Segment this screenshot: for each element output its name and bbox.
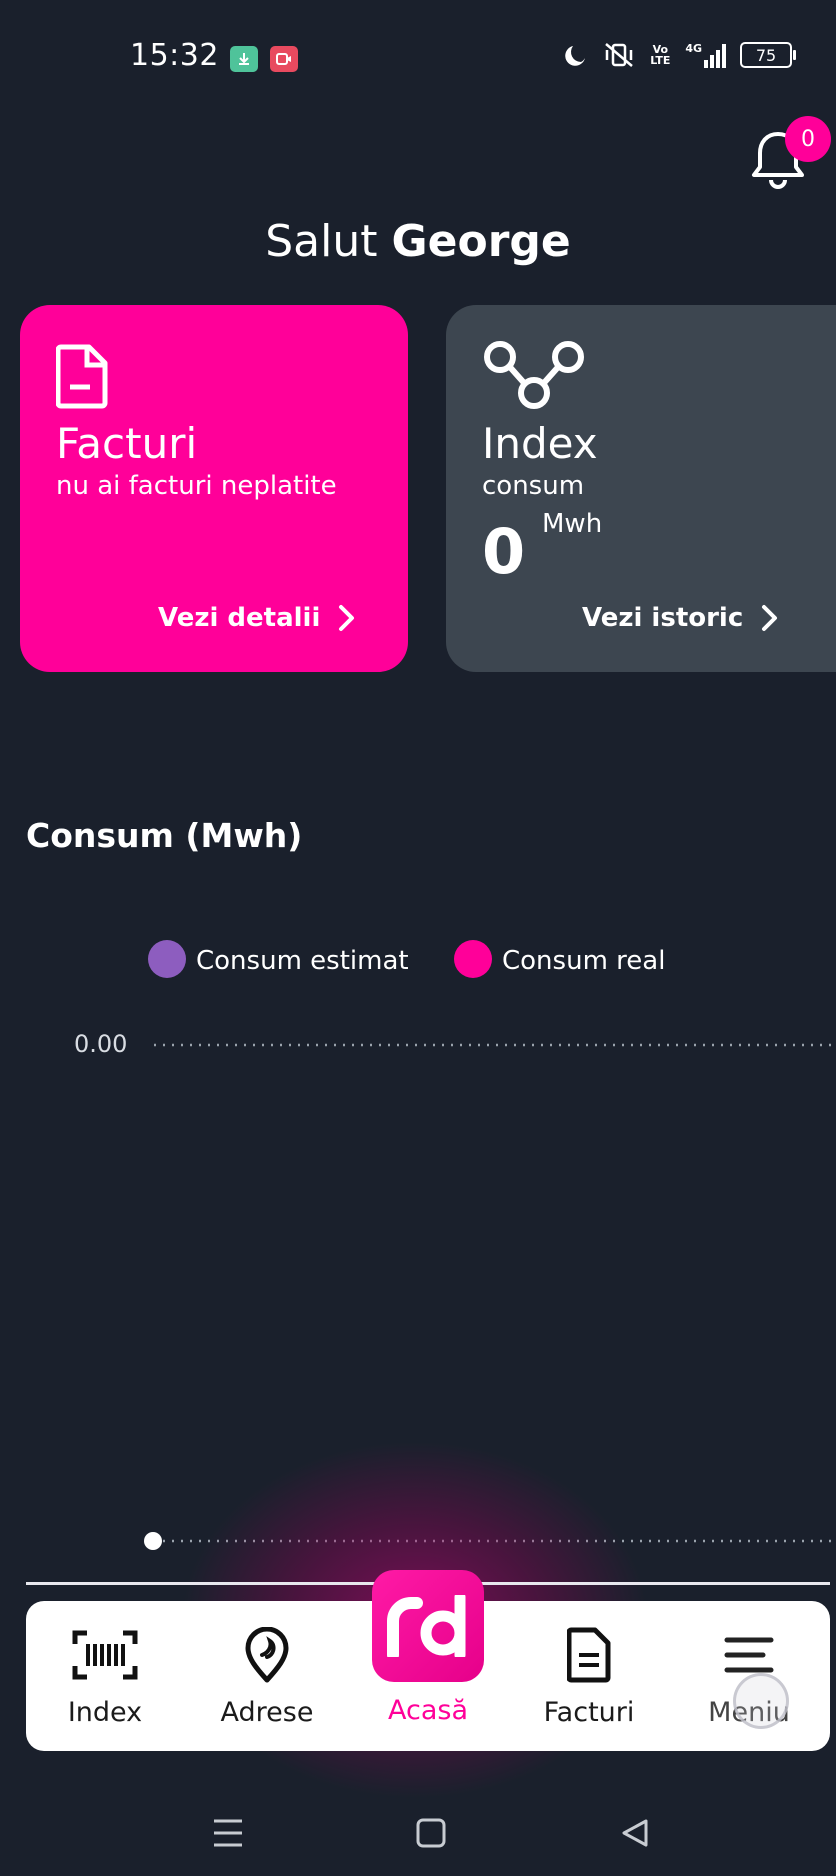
index-card[interactable]: Index consum 0 Mwh Vezi istoric	[446, 305, 836, 672]
vezi-istoric-link[interactable]: Vezi istoric	[582, 603, 779, 633]
nav-index[interactable]: Index	[25, 1601, 185, 1751]
screen-record-icon	[270, 46, 298, 72]
legend-dot-real	[454, 940, 492, 978]
greeting-name: George	[391, 216, 571, 267]
index-value: 0	[482, 515, 526, 588]
notification-badge[interactable]: 0	[785, 116, 831, 162]
location-pin-icon	[244, 1627, 290, 1683]
nav-adrese-label: Adrese	[220, 1697, 314, 1728]
touch-indicator	[733, 1673, 789, 1729]
legend-estimat: Consum estimat	[196, 946, 409, 976]
vezi-detalii-label: Vezi detalii	[158, 603, 321, 633]
legend-dot-estimat	[148, 940, 186, 978]
facturi-title: Facturi	[56, 419, 198, 468]
nav-index-label: Index	[67, 1697, 143, 1728]
barcode-icon	[72, 1627, 138, 1683]
legend-real: Consum real	[502, 946, 666, 976]
greeting-prefix: Salut	[265, 216, 378, 267]
home-icon[interactable]	[416, 1818, 446, 1852]
rd-logo-icon	[387, 1595, 466, 1657]
vezi-detalii-link[interactable]: Vezi detalii	[158, 603, 356, 633]
facturi-subtitle: nu ai facturi neplatite	[56, 471, 337, 501]
nav-acasa[interactable]	[372, 1570, 484, 1682]
recent-apps-icon[interactable]	[212, 1818, 244, 1852]
greeting: Salut George	[0, 216, 836, 267]
document-icon	[55, 343, 110, 413]
status-icons: Vo LTE 4G 75	[563, 42, 796, 68]
vezi-istoric-label: Vezi istoric	[582, 603, 744, 633]
index-title: Index	[482, 419, 598, 468]
chart-title: Consum (Mwh)	[26, 816, 303, 855]
document-icon	[567, 1627, 611, 1683]
chart-point	[144, 1532, 162, 1550]
battery-icon: 75	[740, 42, 796, 68]
status-time: 15:32	[130, 38, 219, 73]
nav-acasa-label[interactable]: Acasă	[346, 1695, 510, 1726]
index-unit: Mwh	[542, 509, 603, 539]
index-subtitle: consum	[482, 471, 585, 501]
moon-icon	[565, 46, 586, 66]
volte-label: Vo LTE	[650, 43, 671, 67]
back-icon[interactable]	[620, 1818, 650, 1852]
chevron-right-icon	[339, 605, 355, 631]
nav-facturi[interactable]: Facturi	[509, 1601, 669, 1751]
vibrate-off-icon	[605, 43, 634, 67]
battery-level: 75	[755, 45, 777, 65]
signal-icon: 4G	[685, 42, 726, 68]
facturi-card[interactable]: Facturi nu ai facturi neplatite Vezi det…	[20, 305, 408, 672]
chevron-right-icon	[762, 605, 778, 631]
nav-adrese[interactable]: Adrese	[187, 1601, 347, 1751]
nodes-icon	[482, 339, 586, 415]
download-icon	[230, 46, 258, 72]
nav-facturi-label: Facturi	[543, 1697, 635, 1728]
